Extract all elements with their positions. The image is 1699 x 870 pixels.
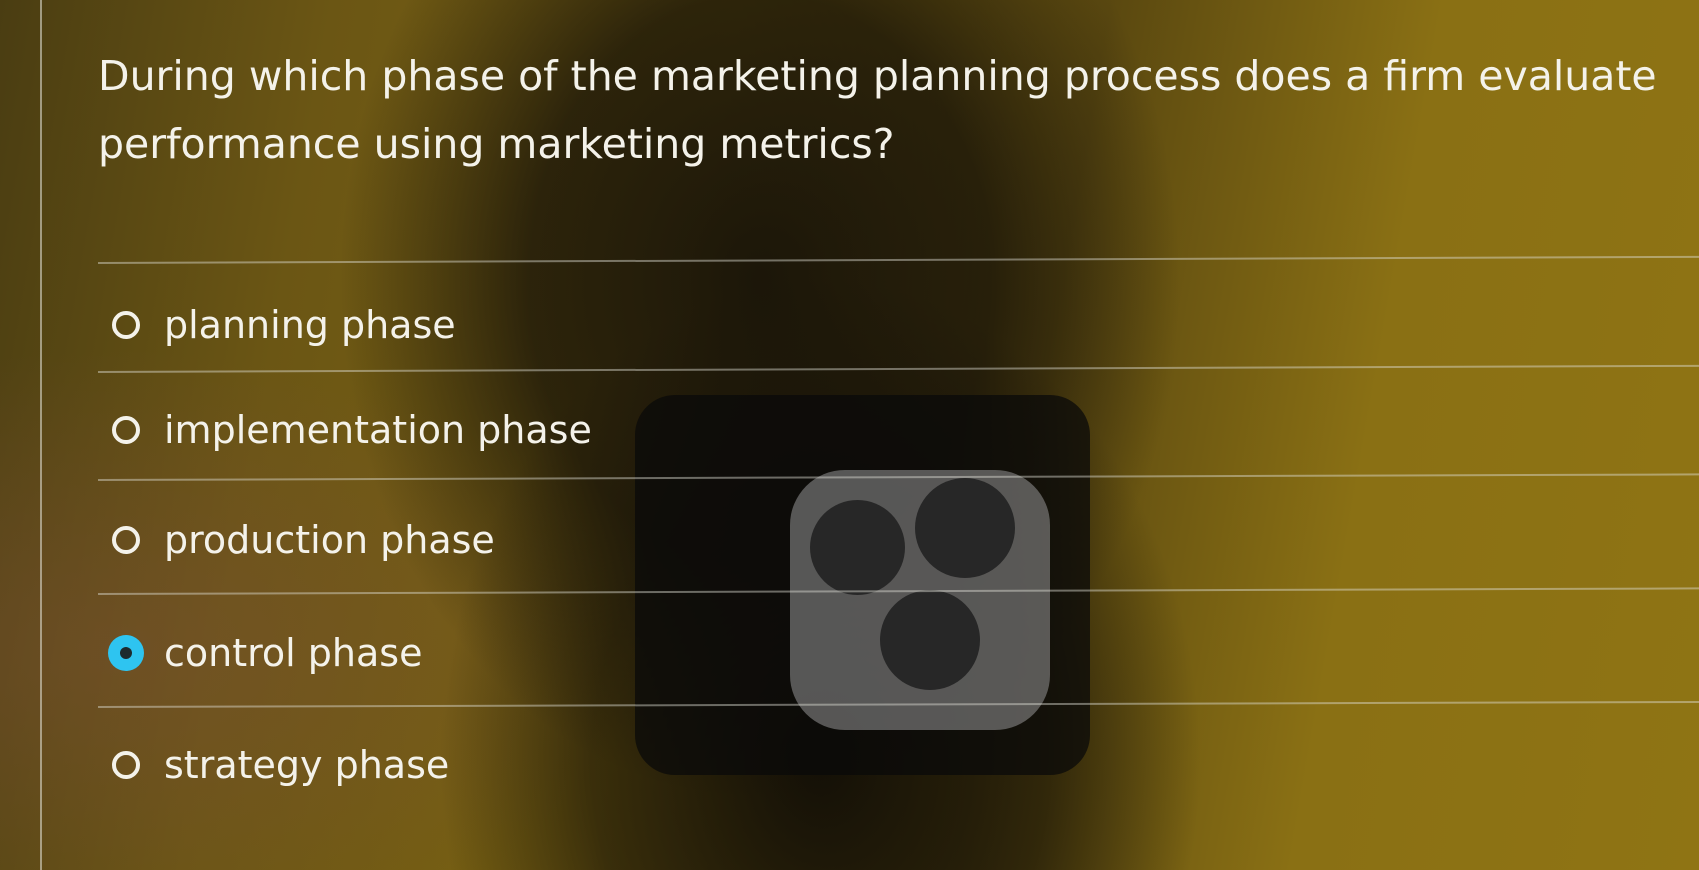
lens-reflection — [810, 500, 905, 595]
radio-button[interactable] — [112, 416, 140, 444]
radio-button[interactable] — [112, 311, 140, 339]
option-planning-phase[interactable]: planning phase — [112, 295, 456, 355]
option-control-phase[interactable]: control phase — [108, 623, 423, 683]
option-label: strategy phase — [164, 743, 450, 787]
camera-reflection — [790, 470, 1050, 730]
option-production-phase[interactable]: production phase — [112, 510, 495, 570]
option-strategy-phase[interactable]: strategy phase — [112, 735, 449, 795]
radio-button[interactable] — [112, 751, 140, 779]
content-left-border — [40, 0, 42, 870]
lens-reflection — [915, 478, 1015, 578]
divider — [97, 364, 1699, 373]
lens-reflection — [880, 590, 980, 690]
divider — [97, 255, 1699, 264]
radio-button[interactable] — [112, 526, 140, 554]
radio-dot-icon — [120, 647, 132, 659]
quiz-screen: During which phase of the marketing plan… — [0, 0, 1699, 870]
option-implementation-phase[interactable]: implementation phase — [112, 400, 592, 460]
option-label: planning phase — [164, 303, 456, 347]
radio-button-selected[interactable] — [108, 635, 144, 671]
question-text: During which phase of the marketing plan… — [98, 52, 1657, 168]
option-label: implementation phase — [164, 408, 592, 452]
option-label: control phase — [164, 631, 423, 675]
option-label: production phase — [164, 518, 495, 562]
